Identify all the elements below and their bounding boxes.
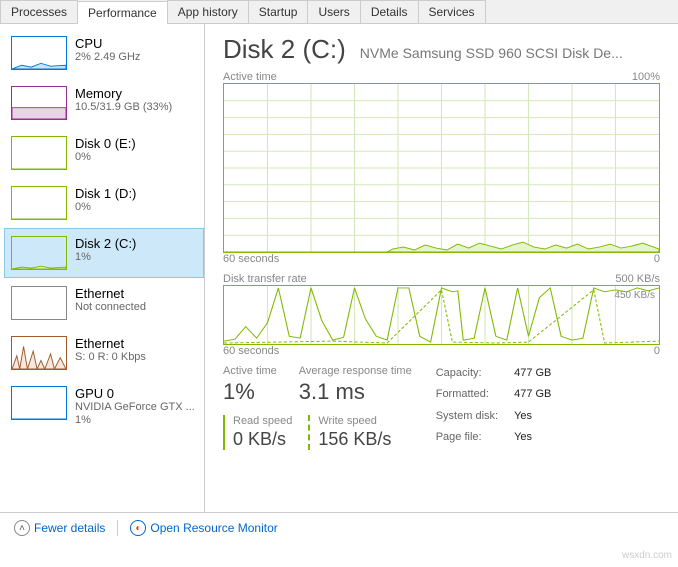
sidebar-item-sub: 1% — [75, 251, 136, 264]
sidebar-item-gpu-0[interactable]: GPU 0NVIDIA GeForce GTX ... 1% — [4, 378, 204, 435]
sidebar-thumb — [11, 236, 67, 270]
transfer-inner-label: 450 KB/s — [614, 290, 655, 301]
tabs-bar: ProcessesPerformanceApp historyStartupUs… — [0, 0, 678, 24]
prop-value: 477 GB — [514, 365, 551, 386]
disk-header: Disk 2 (C:) NVMe Samsung SSD 960 SCSI Di… — [223, 34, 660, 65]
read-speed-label: Read speed — [233, 415, 292, 427]
prop-key: Capacity: — [436, 365, 498, 386]
sidebar-item-sub: NVIDIA GeForce GTX ... 1% — [75, 401, 197, 427]
sidebar-item-disk-2-c-[interactable]: Disk 2 (C:)1% — [4, 228, 204, 278]
active-time-stat-value: 1% — [223, 379, 277, 405]
disk-title: Disk 2 (C:) — [223, 34, 346, 65]
sidebar-item-sub: S: 0 R: 0 Kbps — [75, 351, 146, 364]
transfer-label: Disk transfer rate — [223, 273, 307, 285]
sidebar-thumb — [11, 86, 67, 120]
sidebar-item-sub: 0% — [75, 201, 136, 214]
sidebar-item-sub: 2% 2.49 GHz — [75, 51, 140, 64]
sidebar-info: Memory10.5/31.9 GB (33%) — [75, 86, 172, 114]
sidebar-info: Disk 0 (E:)0% — [75, 136, 136, 164]
transfer-xleft: 60 seconds — [223, 345, 279, 357]
footer-divider — [117, 520, 118, 536]
transfer-max: 500 KB/s — [615, 273, 660, 285]
sidebar-thumb — [11, 136, 67, 170]
active-time-graph — [223, 83, 660, 253]
sidebar-item-title: Ethernet — [75, 286, 146, 301]
fewer-details-label: Fewer details — [34, 521, 105, 535]
prop-key: System disk: — [436, 408, 498, 429]
avg-resp-label: Average response time — [299, 365, 412, 377]
tab-startup[interactable]: Startup — [248, 0, 309, 23]
open-resource-label: Open Resource Monitor — [150, 521, 277, 535]
chevron-up-icon: ˄ — [14, 520, 30, 536]
sidebar-item-ethernet[interactable]: EthernetNot connected — [4, 278, 204, 328]
sidebar-item-ethernet[interactable]: EthernetS: 0 R: 0 Kbps — [4, 328, 204, 378]
sidebar-info: GPU 0NVIDIA GeForce GTX ... 1% — [75, 386, 197, 427]
sidebar-item-title: Disk 1 (D:) — [75, 186, 136, 201]
sidebar-item-title: CPU — [75, 36, 140, 51]
active-time-label: Active time — [223, 71, 277, 83]
sidebar-item-sub: Not connected — [75, 301, 146, 314]
read-speed-value: 0 KB/s — [233, 429, 292, 450]
sidebar-item-title: GPU 0 — [75, 386, 197, 401]
open-resource-monitor-link[interactable]: ◐ Open Resource Monitor — [130, 520, 277, 536]
sidebar-info: EthernetS: 0 R: 0 Kbps — [75, 336, 146, 364]
fewer-details-button[interactable]: ˄ Fewer details — [14, 520, 105, 536]
stats-row: Active time 1% Average response time 3.1… — [223, 365, 660, 450]
sidebar-thumb — [11, 286, 67, 320]
active-time-max: 100% — [632, 71, 660, 83]
active-time-xright: 0 — [654, 253, 660, 265]
sidebar-thumb — [11, 186, 67, 220]
tab-details[interactable]: Details — [360, 0, 419, 23]
sidebar-item-title: Disk 0 (E:) — [75, 136, 136, 151]
disk-subtitle: NVMe Samsung SSD 960 SCSI Disk De... — [360, 45, 660, 61]
resource-monitor-icon: ◐ — [130, 520, 146, 536]
transfer-xright: 0 — [654, 345, 660, 357]
sidebar-info: Disk 2 (C:)1% — [75, 236, 136, 264]
sidebar-item-memory[interactable]: Memory10.5/31.9 GB (33%) — [4, 78, 204, 128]
sidebar-thumb — [11, 336, 67, 370]
active-time-xleft: 60 seconds — [223, 253, 279, 265]
tab-app-history[interactable]: App history — [167, 0, 249, 23]
sidebar-thumb — [11, 36, 67, 70]
sidebar-item-cpu[interactable]: CPU2% 2.49 GHz — [4, 28, 204, 78]
write-speed-label: Write speed — [318, 415, 391, 427]
prop-key: Page file: — [436, 429, 498, 450]
active-time-stat-label: Active time — [223, 365, 277, 377]
sidebar-item-title: Disk 2 (C:) — [75, 236, 136, 251]
avg-resp-value: 3.1 ms — [299, 379, 412, 405]
sidebar-item-title: Memory — [75, 86, 172, 101]
content-area: CPU2% 2.49 GHz Memory10.5/31.9 GB (33%) Di… — [0, 24, 678, 512]
sidebar-item-sub: 0% — [75, 151, 136, 164]
prop-value: 477 GB — [514, 386, 551, 407]
write-speed-value: 156 KB/s — [318, 429, 391, 450]
transfer-graph: 450 KB/s — [223, 285, 660, 345]
tab-performance[interactable]: Performance — [77, 1, 168, 24]
sidebar-item-title: Ethernet — [75, 336, 146, 351]
tab-services[interactable]: Services — [418, 0, 486, 23]
prop-value: Yes — [514, 408, 551, 429]
sidebar-info: CPU2% 2.49 GHz — [75, 36, 140, 64]
transfer-graph-block: Disk transfer rate 500 KB/s 450 KB/s — [223, 273, 660, 357]
sidebar: CPU2% 2.49 GHz Memory10.5/31.9 GB (33%) Di… — [0, 24, 205, 512]
active-time-graph-block: Active time 100% — [223, 71, 660, 265]
sidebar-item-disk-0-e-[interactable]: Disk 0 (E:)0% — [4, 128, 204, 178]
sidebar-thumb — [11, 386, 67, 420]
tab-users[interactable]: Users — [307, 0, 360, 23]
sidebar-item-disk-1-d-[interactable]: Disk 1 (D:)0% — [4, 178, 204, 228]
disk-properties: Capacity: 477 GB Formatted: 477 GB System di… — [436, 365, 552, 450]
sidebar-item-sub: 10.5/31.9 GB (33%) — [75, 101, 172, 114]
sidebar-info: Disk 1 (D:)0% — [75, 186, 136, 214]
main-panel: Disk 2 (C:) NVMe Samsung SSD 960 SCSI Di… — [205, 24, 678, 512]
prop-key: Formatted: — [436, 386, 498, 407]
tab-processes[interactable]: Processes — [0, 0, 78, 23]
sidebar-info: EthernetNot connected — [75, 286, 146, 314]
footer-bar: ˄ Fewer details ◐ Open Resource Monitor … — [0, 512, 678, 543]
prop-value: Yes — [514, 429, 551, 450]
watermark: wsxdn.com — [622, 550, 672, 561]
